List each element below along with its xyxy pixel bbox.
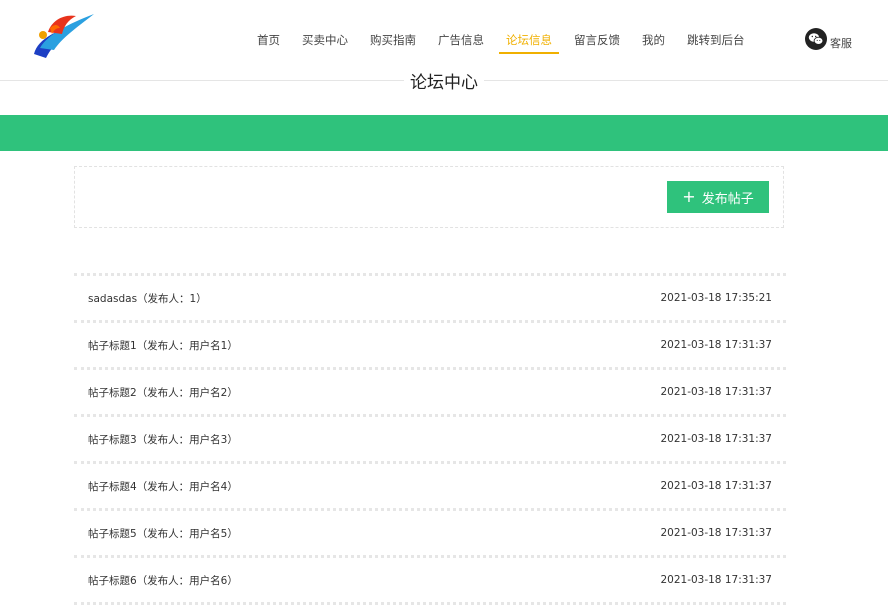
- post-title[interactable]: 帖子标题3（发布人：用户名3）: [88, 432, 238, 447]
- post-time: 2021-03-18 17:31:37: [660, 386, 772, 398]
- action-bar: + 发布帖子: [74, 166, 784, 228]
- post-title[interactable]: 帖子标题6（发布人：用户名6）: [88, 573, 238, 588]
- post-time: 2021-03-18 17:31:37: [660, 433, 772, 445]
- nav-item-mine[interactable]: 我的: [632, 0, 675, 80]
- post-time: 2021-03-18 17:31:37: [660, 480, 772, 492]
- post-time: 2021-03-18 17:31:37: [660, 527, 772, 539]
- post-row[interactable]: 帖子标题1（发布人：用户名1） 2021-03-18 17:31:37: [74, 320, 786, 367]
- nav-item-forum[interactable]: 论坛信息: [496, 0, 562, 80]
- nav-item-feedback[interactable]: 留言反馈: [564, 0, 630, 80]
- post-title[interactable]: sadasdas（发布人：1）: [88, 291, 207, 306]
- post-row[interactable]: 帖子标题6（发布人：用户名6） 2021-03-18 17:31:37: [74, 555, 786, 605]
- site-logo[interactable]: [28, 8, 98, 64]
- wechat-icon: [805, 28, 827, 50]
- nav-item-admin[interactable]: 跳转到后台: [677, 0, 755, 80]
- nav-item-trade-center[interactable]: 买卖中心: [292, 0, 358, 80]
- publish-post-button[interactable]: + 发布帖子: [667, 181, 769, 213]
- post-row[interactable]: sadasdas（发布人：1） 2021-03-18 17:35:21: [74, 273, 786, 320]
- main-nav: 首页 买卖中心 购买指南 广告信息 论坛信息 留言反馈 我的 跳转到后台: [246, 0, 756, 80]
- post-row[interactable]: 帖子标题4（发布人：用户名4） 2021-03-18 17:31:37: [74, 461, 786, 508]
- post-row[interactable]: 帖子标题5（发布人：用户名5） 2021-03-18 17:31:37: [74, 508, 786, 555]
- post-title[interactable]: 帖子标题2（发布人：用户名2）: [88, 385, 238, 400]
- green-banner: [0, 115, 888, 151]
- plus-icon: +: [682, 187, 696, 206]
- post-title[interactable]: 帖子标题5（发布人：用户名5）: [88, 526, 238, 541]
- publish-post-label: 发布帖子: [701, 191, 754, 207]
- site-header: 首页 买卖中心 购买指南 广告信息 论坛信息 留言反馈 我的 跳转到后台 客服: [0, 0, 888, 81]
- post-time: 2021-03-18 17:31:37: [660, 339, 772, 351]
- customer-service-label: 客服: [830, 37, 852, 50]
- post-list: sadasdas（发布人：1） 2021-03-18 17:35:21 帖子标题…: [74, 273, 786, 605]
- post-title[interactable]: 帖子标题4（发布人：用户名4）: [88, 479, 238, 494]
- post-time: 2021-03-18 17:35:21: [660, 292, 772, 304]
- nav-item-ads[interactable]: 广告信息: [428, 0, 494, 80]
- post-row[interactable]: 帖子标题3（发布人：用户名3） 2021-03-18 17:31:37: [74, 414, 786, 461]
- nav-item-home[interactable]: 首页: [247, 0, 290, 80]
- nav-item-buying-guide[interactable]: 购买指南: [360, 0, 426, 80]
- post-title[interactable]: 帖子标题1（发布人：用户名1）: [88, 338, 238, 353]
- customer-service-link[interactable]: 客服: [805, 28, 852, 50]
- post-time: 2021-03-18 17:31:37: [660, 574, 772, 586]
- post-row[interactable]: 帖子标题2（发布人：用户名2） 2021-03-18 17:31:37: [74, 367, 786, 414]
